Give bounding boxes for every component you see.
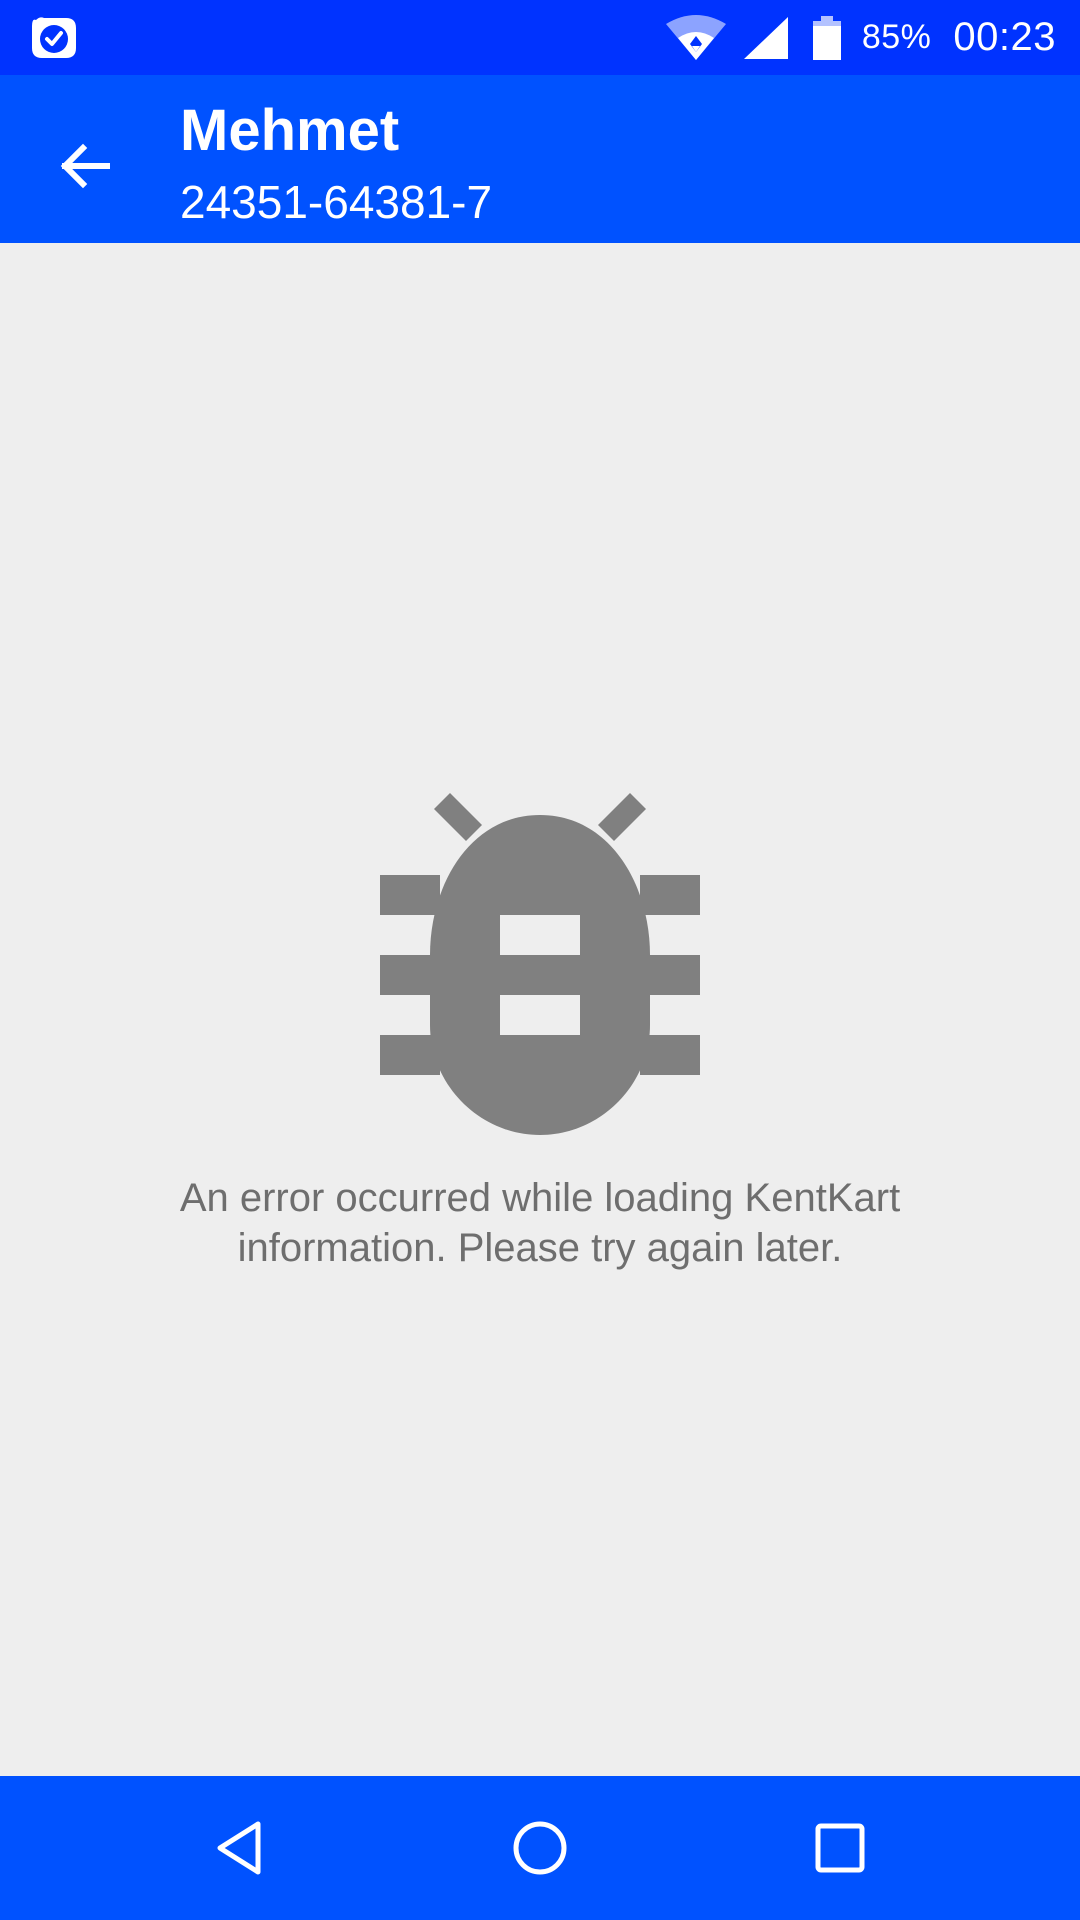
cell-signal-icon [743,16,788,59]
app-bar: Mehmet 24351-64381-7 [0,75,1080,243]
app-notification-icon [28,14,80,62]
recents-square-icon [815,1823,865,1873]
status-icons: 85% 00:23 [664,0,1056,75]
clock: 00:23 [953,15,1056,59]
bug-icon [380,793,700,1135]
arrow-back-icon [60,143,110,189]
back-triangle-icon [217,1821,261,1875]
battery-percent: 85% [861,18,932,56]
wifi-icon [665,14,726,60]
page-title: Mehmet [180,98,400,163]
error-message: An error occurred while loading KentKart… [179,1176,901,1270]
error-view: An error occurred while loading KentKart… [0,243,1080,1776]
status-bar: 85% 00:23 [0,0,1080,75]
home-circle-icon [513,1821,567,1875]
nav-recents-button[interactable] [788,1796,892,1900]
nav-back-button[interactable] [188,1796,292,1900]
card-number: 24351-64381-7 [180,176,493,228]
back-button[interactable] [40,121,130,211]
navigation-bar [0,1776,1080,1920]
nav-home-button[interactable] [488,1796,592,1900]
battery-icon [812,15,841,60]
